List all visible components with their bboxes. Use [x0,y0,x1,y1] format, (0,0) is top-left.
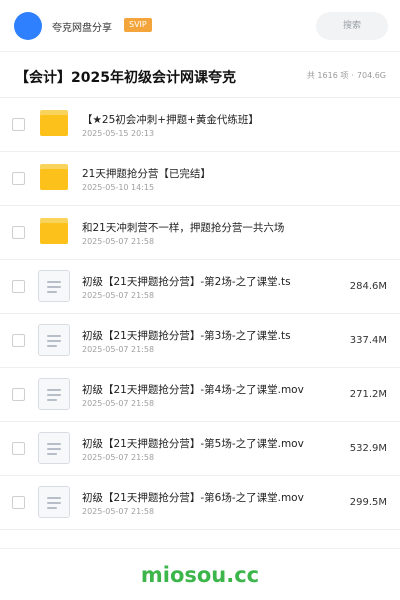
file-size: 337.4M [349,335,387,346]
file-name[interactable]: 和21天冲刺营不一样，押题抢分营一共六场 [82,220,284,235]
file-name[interactable]: 21天押题抢分营【已完结】 [82,166,211,181]
file-date: 2025-05-07 21:58 [82,237,155,246]
file-date: 2025-05-07 21:58 [82,507,155,516]
file-date: 2025-05-07 21:58 [82,399,155,408]
folder-icon [40,164,68,190]
list-item[interactable]: 初级【21天押题抢分营】-第5场-之了课堂.mov 2025-05-07 21:… [0,422,400,476]
folder-icon [40,218,68,244]
file-name[interactable]: 【★25初会冲刺+押题+黄金代练班】 [82,112,259,127]
footer-divider [0,548,400,549]
file-size: 271.2M [349,389,387,400]
vip-badge: SVIP [124,18,152,32]
file-date: 2025-05-07 21:58 [82,345,155,354]
list-item[interactable]: 初级【21天押题抢分营】-第4场-之了课堂.mov 2025-05-07 21:… [0,368,400,422]
select-checkbox[interactable] [12,442,25,455]
file-date: 2025-05-10 14:15 [82,183,155,192]
file-size: 284.6M [349,281,387,292]
folder-icon [40,110,68,136]
file-stats: 共 1616 项 · 704.6G [307,70,386,81]
item-count: 共 1616 项 [306,71,349,80]
file-list: 【★25初会冲刺+押题+黄金代练班】 2025-05-15 20:13 21天押… [0,98,400,530]
list-item[interactable]: 初级【21天押题抢分营】-第2场-之了课堂.ts 2025-05-07 21:5… [0,260,400,314]
stats-separator: · [351,71,354,80]
file-size: 299.5M [349,497,387,508]
document-icon [38,432,70,464]
total-size: 704.6G [356,71,386,80]
list-item[interactable]: 21天押题抢分营【已完结】 2025-05-10 14:15 [0,152,400,206]
select-checkbox[interactable] [12,172,25,185]
document-icon [38,378,70,410]
select-checkbox[interactable] [12,226,25,239]
page-title: 【会计】2025年初级会计网课夸克 [15,70,236,86]
list-item[interactable]: 初级【21天押题抢分营】-第6场-之了课堂.mov 2025-05-07 21:… [0,476,400,530]
select-checkbox[interactable] [12,334,25,347]
file-name[interactable]: 初级【21天押题抢分营】-第2场-之了课堂.ts [82,274,291,289]
file-name[interactable]: 初级【21天押题抢分营】-第6场-之了课堂.mov [82,490,304,505]
document-icon [38,324,70,356]
top-bar: 夸克网盘分享 SVIP 搜索 [0,0,400,52]
file-name[interactable]: 初级【21天押题抢分营】-第4场-之了课堂.mov [82,382,304,397]
document-icon [38,486,70,518]
user-name: 夸克网盘分享 [52,23,112,34]
list-item[interactable]: 初级【21天押题抢分营】-第3场-之了课堂.ts 2025-05-07 21:5… [0,314,400,368]
search-input[interactable]: 搜索 [316,12,388,40]
list-item[interactable]: 【★25初会冲刺+押题+黄金代练班】 2025-05-15 20:13 [0,98,400,152]
avatar[interactable] [14,12,42,40]
file-date: 2025-05-07 21:58 [82,453,155,462]
select-checkbox[interactable] [12,496,25,509]
select-checkbox[interactable] [12,388,25,401]
file-date: 2025-05-07 21:58 [82,291,155,300]
file-size: 532.9M [349,443,387,454]
select-checkbox[interactable] [12,280,25,293]
document-icon [38,270,70,302]
file-name[interactable]: 初级【21天押题抢分营】-第5场-之了课堂.mov [82,436,304,451]
file-name[interactable]: 初级【21天押题抢分营】-第3场-之了课堂.ts [82,328,291,343]
folder-header: 【会计】2025年初级会计网课夸克 共 1616 项 · 704.6G [0,52,400,98]
site-watermark: miosou.cc [140,563,260,587]
select-checkbox[interactable] [12,118,25,131]
list-item[interactable]: 和21天冲刺营不一样，押题抢分营一共六场 2025-05-07 21:58 [0,206,400,260]
file-date: 2025-05-15 20:13 [82,129,155,138]
